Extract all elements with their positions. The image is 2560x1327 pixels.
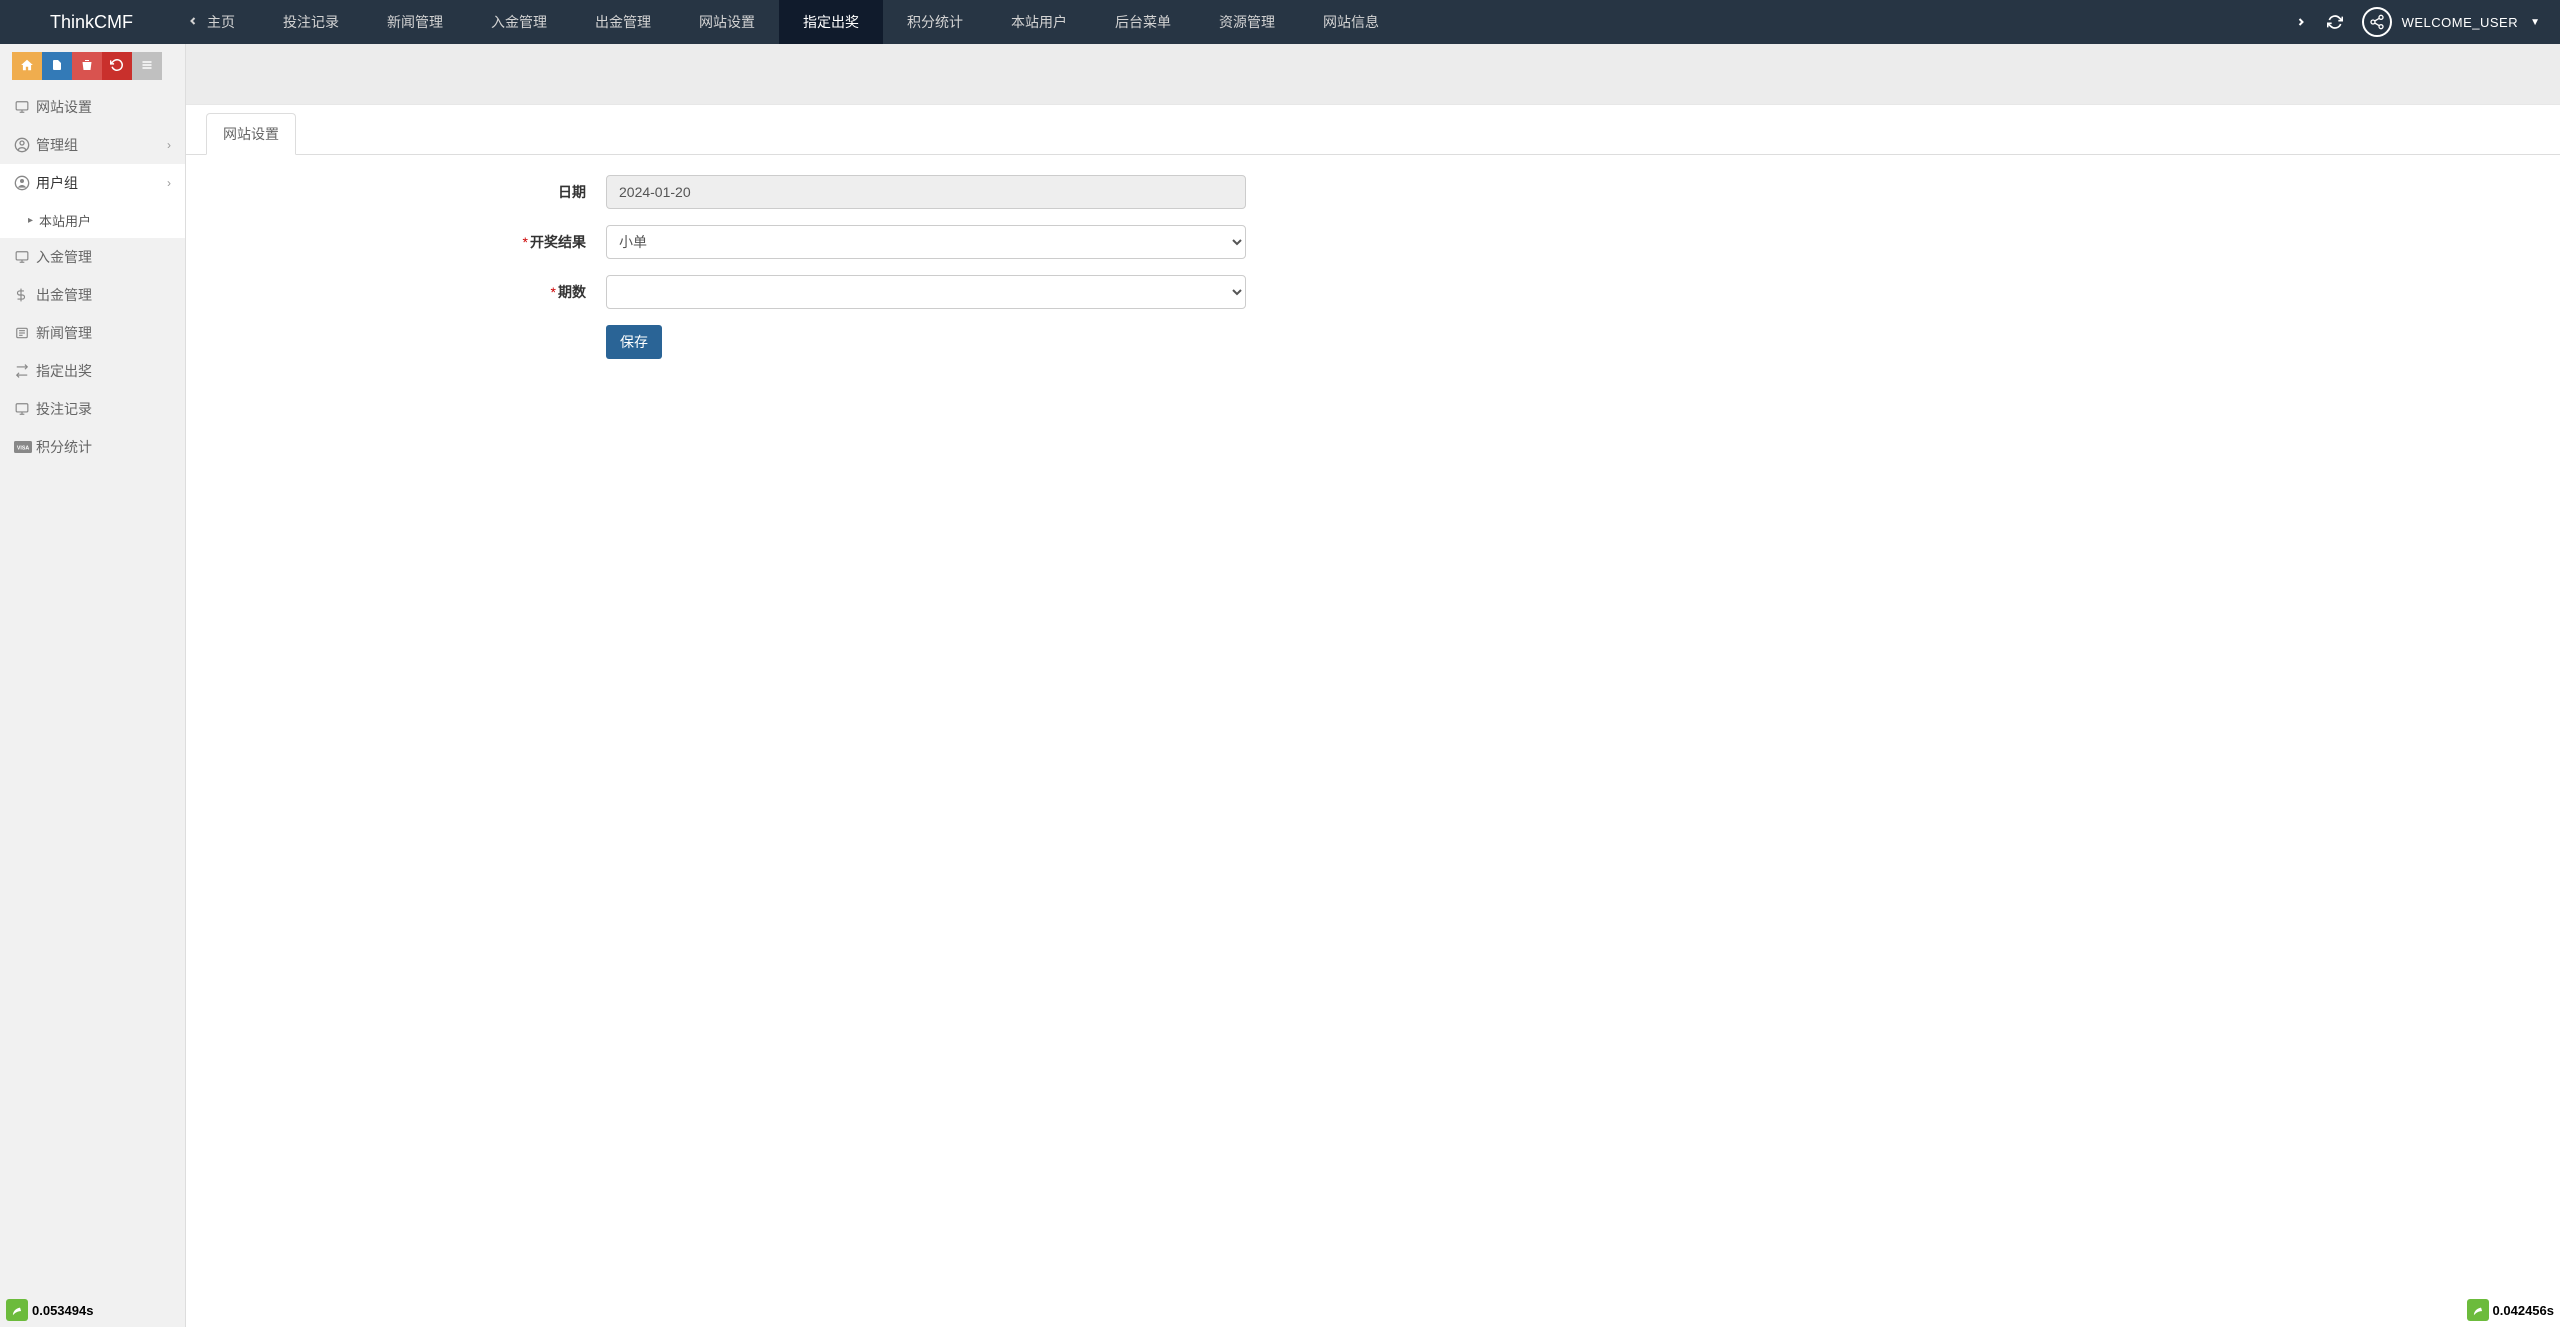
sidebar-item-points[interactable]: VISA 积分统计 (0, 428, 185, 466)
toolbar-trash-button[interactable] (72, 52, 102, 80)
nav-right: WELCOME_USER ▼ (2284, 0, 2560, 44)
sidebar-item-label: 投注记录 (36, 399, 171, 419)
sidebar-item-news[interactable]: 新闻管理 (0, 314, 185, 352)
date-input[interactable] (606, 175, 1246, 209)
perf-badge-right[interactable]: 0.042456s (2467, 1299, 2554, 1321)
nav-tab-home-label: 主页 (207, 12, 235, 32)
monitor-icon (14, 250, 36, 264)
main-area: 网站设置 日期 *开奖结果 小单 (186, 44, 2560, 1327)
main-header-space (186, 44, 2560, 104)
sidebar-item-label: 积分统计 (36, 437, 171, 457)
svg-text:VISA: VISA (17, 445, 29, 451)
nav-tab-resources[interactable]: 资源管理 (1195, 0, 1299, 44)
list-icon (140, 58, 154, 74)
nav-tab-site-info[interactable]: 网站信息 (1299, 0, 1403, 44)
user-name-label: WELCOME_USER (2402, 15, 2519, 30)
user-circle-icon (14, 137, 36, 153)
sidebar-item-label: 出金管理 (36, 285, 171, 305)
toolbar-home-button[interactable] (12, 52, 42, 80)
content-panel: 网站设置 日期 *开奖结果 小单 (186, 104, 2560, 1327)
period-label: *期数 (186, 282, 606, 302)
sidebar-item-label: 网站设置 (36, 97, 171, 117)
settings-form: 日期 *开奖结果 小单 *期数 (186, 155, 1286, 395)
panel-tab-site-settings[interactable]: 网站设置 (206, 113, 296, 155)
caret-down-icon: ▼ (2530, 17, 2540, 28)
toolbar-file-button[interactable] (42, 52, 72, 80)
nav-tab-bet-records[interactable]: 投注记录 (259, 0, 363, 44)
monitor-icon (14, 100, 36, 114)
result-select[interactable]: 小单 (606, 225, 1246, 259)
trash-icon (81, 58, 93, 75)
sidebar-subitem-label: 本站用户 (39, 211, 91, 230)
top-navbar: ThinkCMF 主页 投注记录 新闻管理 入金管理 出金管理 网站设置 指定出… (0, 0, 2560, 44)
leaf-icon (6, 1299, 28, 1321)
sidebar-item-user-group[interactable]: 用户组 › (0, 164, 185, 202)
sidebar-item-designated-draw[interactable]: 指定出奖 (0, 352, 185, 390)
nav-tabs: 主页 投注记录 新闻管理 入金管理 出金管理 网站设置 指定出奖 积分统计 本站… (163, 0, 2284, 44)
sidebar: 网站设置 管理组 › 用户组 › ▸ 本站用户 入金管理 (0, 44, 186, 1327)
sidebar-item-label: 管理组 (36, 135, 167, 155)
date-label: 日期 (186, 182, 606, 202)
chevron-right-icon: › (167, 138, 171, 152)
monitor-icon (14, 402, 36, 416)
toolbar-recycle-button[interactable] (102, 52, 132, 80)
perf-badge-left[interactable]: 0.053494s (6, 1299, 93, 1321)
nav-tab-withdraw[interactable]: 出金管理 (571, 0, 675, 44)
dollar-icon (14, 287, 36, 303)
nav-tab-designated-draw[interactable]: 指定出奖 (779, 0, 883, 44)
nav-tab-site-settings[interactable]: 网站设置 (675, 0, 779, 44)
sidebar-submenu: ▸ 本站用户 (0, 202, 185, 238)
sidebar-item-bet-records[interactable]: 投注记录 (0, 390, 185, 428)
sidebar-toolbar (0, 44, 185, 88)
toolbar-list-button[interactable] (132, 52, 162, 80)
recycle-icon (110, 58, 124, 75)
nav-tab-points[interactable]: 积分统计 (883, 0, 987, 44)
leaf-icon (2467, 1299, 2489, 1321)
sidebar-item-admin-group[interactable]: 管理组 › (0, 126, 185, 164)
refresh-button[interactable] (2318, 0, 2352, 44)
swap-icon (14, 364, 36, 378)
perf-left-value: 0.053494s (32, 1303, 93, 1318)
sidebar-item-deposit[interactable]: 入金管理 (0, 238, 185, 276)
save-button[interactable]: 保存 (606, 325, 662, 359)
sidebar-item-label: 新闻管理 (36, 323, 171, 343)
nav-tab-news[interactable]: 新闻管理 (363, 0, 467, 44)
sidebar-subitem-site-users[interactable]: ▸ 本站用户 (0, 202, 185, 238)
nav-tab-deposit[interactable]: 入金管理 (467, 0, 571, 44)
sidebar-item-label: 用户组 (36, 173, 167, 193)
news-icon (14, 326, 36, 340)
sidebar-menu: 网站设置 管理组 › 用户组 › ▸ 本站用户 入金管理 (0, 88, 185, 466)
triangle-right-icon: ▸ (28, 215, 33, 226)
sidebar-item-label: 入金管理 (36, 247, 171, 267)
sidebar-item-label: 指定出奖 (36, 361, 171, 381)
share-icon (2362, 7, 2392, 37)
user-menu[interactable]: WELCOME_USER ▼ (2352, 0, 2560, 44)
period-select[interactable] (606, 275, 1246, 309)
nav-tab-home[interactable]: 主页 (163, 0, 259, 44)
brand-title: ThinkCMF (0, 12, 163, 33)
nav-tab-admin-menu[interactable]: 后台菜单 (1091, 0, 1195, 44)
user-solid-icon (14, 175, 36, 191)
sidebar-item-site-settings[interactable]: 网站设置 (0, 88, 185, 126)
chevron-left-icon (187, 14, 199, 30)
panel-tabs: 网站设置 (186, 105, 2560, 155)
chevron-right-icon: › (167, 176, 171, 190)
nav-scroll-right[interactable] (2284, 0, 2318, 44)
result-label: *开奖结果 (186, 232, 606, 252)
sidebar-item-withdraw[interactable]: 出金管理 (0, 276, 185, 314)
nav-tab-site-users[interactable]: 本站用户 (987, 0, 1091, 44)
file-icon (51, 58, 63, 75)
home-icon (20, 58, 34, 75)
visa-icon: VISA (14, 441, 36, 453)
perf-right-value: 0.042456s (2493, 1303, 2554, 1318)
